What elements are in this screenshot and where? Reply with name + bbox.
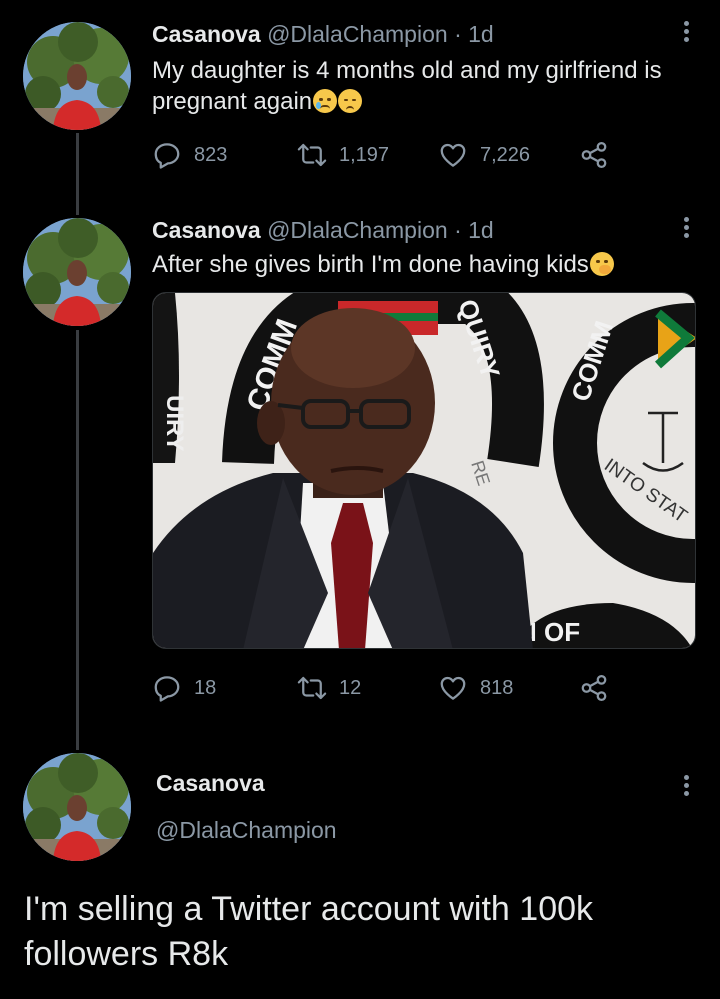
author-handle[interactable]: @DlalaChampion [267,217,448,243]
pensive-face-emoji [338,89,363,113]
signage-text: UIRY [161,395,188,451]
photo-image: UIRY COMM QUIRY RE COMM INTO STAT N OF [153,293,695,648]
retweet-icon [297,676,327,700]
tweet-text-content: My daughter is 4 months old and my girlf… [152,57,662,115]
like-count: 818 [480,676,514,699]
share-icon [581,675,607,701]
author-handle[interactable]: @DlalaChampion [156,817,337,844]
hand-over-mouth-emoji [589,252,614,276]
more-options-icon[interactable] [682,18,690,45]
thread-line [76,330,79,750]
retweet-icon [297,143,327,167]
tweet-text: My daughter is 4 months old and my girlf… [152,55,692,117]
avatar[interactable] [23,218,131,326]
heart-icon [440,676,466,700]
retweet-count: 1,197 [339,143,390,166]
reply-count: 18 [194,676,217,699]
tweet-text: After she gives birth I'm done having ki… [152,249,692,280]
heart-icon [440,143,466,167]
author-name[interactable]: Casanova [152,217,261,243]
avatar[interactable] [23,753,131,861]
author-handle[interactable]: @DlalaChampion [267,21,448,47]
reply-icon [154,676,180,702]
avatar[interactable] [23,22,131,130]
share-icon [581,142,607,168]
like-count: 7,226 [480,143,531,166]
author-name[interactable]: Casanova [156,770,265,797]
more-options-icon[interactable] [682,214,690,241]
main-tweet-text: I'm selling a Twitter account with 100k … [24,890,594,973]
share-button[interactable] [579,140,609,170]
like-button[interactable]: 818 [438,673,513,703]
retweet-count: 12 [339,676,362,699]
tweet-time[interactable]: · 1d [454,21,494,47]
tweet-photo[interactable]: UIRY COMM QUIRY RE COMM INTO STAT N OF [152,292,696,649]
more-options-icon[interactable] [682,772,690,799]
thread-line [76,133,79,215]
retweet-button[interactable]: 1,197 [297,140,389,170]
crying-face-emoji [313,89,338,113]
tweet-header: Casanova @DlalaChampion · 1d [152,217,494,244]
author-name[interactable]: Casanova [152,21,261,47]
tweet-time[interactable]: · 1d [454,217,494,243]
reply-count: 823 [194,143,228,166]
reply-icon [154,143,180,169]
tweet-text-content: After she gives birth I'm done having ki… [152,251,589,278]
tweet-header: Casanova @DlalaChampion · 1d [152,21,494,48]
reply-button[interactable]: 823 [152,140,227,170]
reply-button[interactable]: 18 [152,673,216,703]
retweet-button[interactable]: 12 [297,673,361,703]
share-button[interactable] [579,673,609,703]
like-button[interactable]: 7,226 [438,140,530,170]
